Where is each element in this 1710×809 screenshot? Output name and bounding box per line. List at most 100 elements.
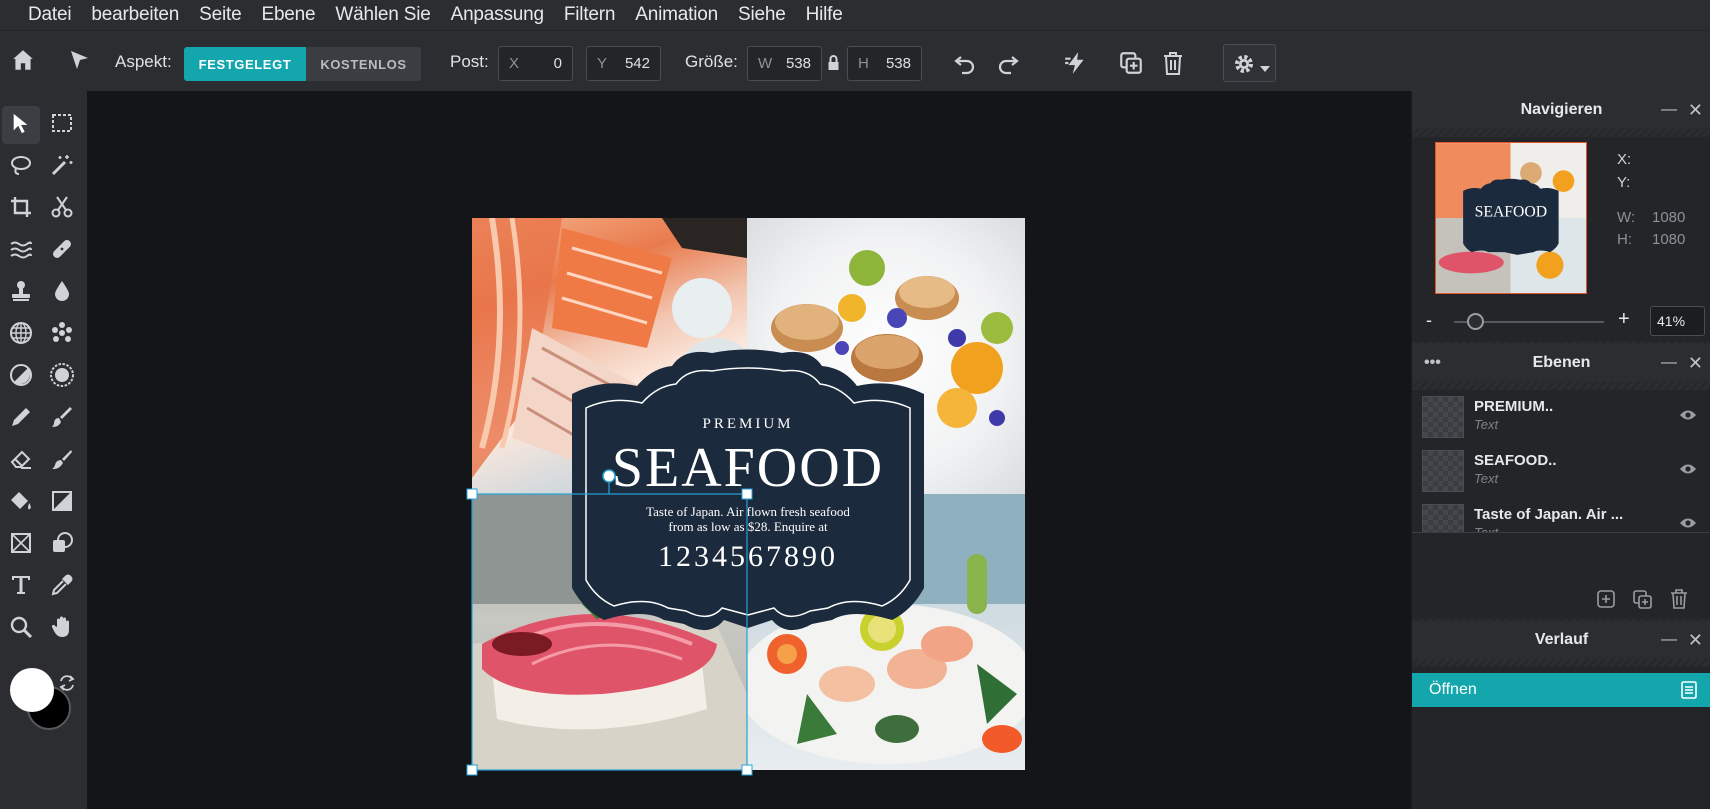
bandage-tool[interactable] [43,232,81,270]
navigator-header: Navigieren — ✕ [1412,91,1710,129]
free-aspect-button[interactable]: KOSTENLOS [306,47,421,81]
frame-icon [9,531,33,560]
minimize-icon[interactable]: — [1661,621,1677,659]
zoom-out-button[interactable]: - [1426,310,1432,331]
undo-icon[interactable] [953,51,977,80]
menu-hilfe[interactable]: Hilfe [796,0,853,30]
eye-icon[interactable] [1679,516,1697,532]
gradient-icon [50,489,74,518]
width-field[interactable]: W 538 [747,46,822,81]
close-icon[interactable]: ✕ [1688,344,1703,382]
height-field[interactable]: H 538 [847,46,922,81]
drop-tool[interactable] [43,274,81,312]
zoom-slider-knob[interactable] [1467,313,1485,330]
gradient-tool[interactable] [43,484,81,522]
panel-divider [1412,382,1710,390]
zoom-slider[interactable] [1454,313,1604,330]
crop-tool[interactable] [2,190,40,228]
menu-siehe[interactable]: Siehe [728,0,796,30]
eraser-tool[interactable] [2,442,40,480]
navigator-thumbnail[interactable]: SEAFOOD [1435,142,1587,294]
zoom-tool[interactable] [2,610,40,648]
marquee-tool[interactable] [43,106,81,144]
eyedropper-tool[interactable] [43,568,81,606]
menu-seite[interactable]: Seite [189,0,251,30]
layers-list[interactable]: PREMIUM.. Text SEAFOOD.. Text Taste of J… [1412,390,1710,532]
menu-animation[interactable]: Animation [625,0,728,30]
h-key: H [858,55,869,72]
close-icon[interactable]: ✕ [1688,91,1703,129]
w-value: 538 [785,55,811,72]
layer-thumbnail [1422,450,1464,492]
menu-bearbeiten[interactable]: bearbeiten [81,0,189,30]
swap-colors-icon[interactable] [58,674,76,697]
menu-filtern[interactable]: Filtern [554,0,625,30]
foreground-color-swatch[interactable] [10,668,54,712]
nav-w-value: 1080 [1652,209,1686,226]
lasso-tool[interactable] [2,148,40,186]
hand-tool[interactable] [43,610,81,648]
frame-tool[interactable] [2,526,40,564]
duplicate-icon[interactable] [1118,50,1144,81]
lock-icon[interactable] [827,55,840,76]
brush-icon [50,405,74,434]
sponge-tool[interactable] [43,358,81,396]
menu-datei[interactable]: Datei [18,0,81,30]
settings-dropdown[interactable] [1223,44,1276,82]
zoom-input[interactable]: 41% [1650,306,1705,336]
text-tool[interactable] [2,568,40,606]
layer-name: Taste of Japan. Air ... [1474,506,1624,523]
scissors-tool[interactable] [43,190,81,228]
layers-header: ••• Ebenen — ✕ [1412,344,1710,382]
bucket-tool[interactable] [2,484,40,522]
seafood-badge[interactable]: PREMIUM SEAFOOD Taste of Japan. Air flow… [472,218,1025,770]
fixed-aspect-button[interactable]: FESTGELEGT [184,47,306,81]
redo-icon[interactable] [996,51,1020,80]
dodge-tool[interactable] [2,358,40,396]
eye-icon[interactable] [1679,462,1697,479]
stamp-tool[interactable] [2,274,40,312]
x-position-field[interactable]: X 0 [498,46,573,81]
home-icon[interactable] [10,47,36,78]
nav-h-value: 1080 [1652,231,1686,248]
history-item[interactable]: Öffnen [1412,673,1710,707]
liquify-tool[interactable] [2,232,40,270]
arrow-icon[interactable] [67,48,91,77]
brush-tool[interactable] [43,400,81,438]
eye-icon[interactable] [1679,408,1697,425]
delete-layer-icon[interactable] [1670,588,1688,615]
flash-icon[interactable] [1063,50,1089,81]
layer-item[interactable]: SEAFOOD.. Text [1412,444,1710,498]
minimize-icon[interactable]: — [1661,91,1677,129]
menu-bar: Datei bearbeiten Seite Ebene Wählen Sie … [0,0,1710,30]
duplicate-layer-icon[interactable] [1632,589,1654,616]
document-canvas[interactable]: PREMIUM SEAFOOD Taste of Japan. Air flow… [472,218,1025,770]
minimize-icon[interactable]: — [1661,344,1677,382]
select-icon [10,112,32,139]
spray-tool[interactable] [43,316,81,354]
sphere-tool[interactable] [2,316,40,354]
layer-item[interactable]: PREMIUM.. Text [1412,390,1710,444]
menu-anpassung[interactable]: Anpassung [441,0,554,30]
y-position-field[interactable]: Y 542 [586,46,661,81]
smudge-tool[interactable] [43,442,81,480]
zoom-in-button[interactable]: + [1618,308,1630,331]
nav-w-label: W: [1617,209,1636,226]
smudge-icon [50,447,74,476]
layer-item[interactable]: Taste of Japan. Air ... Text [1412,498,1710,532]
trash-icon[interactable] [1161,50,1185,81]
magic-wand-tool[interactable] [43,148,81,186]
menu-ebene[interactable]: Ebene [251,0,325,30]
magic-wand-icon [50,153,74,182]
badge-premium: PREMIUM [702,416,793,432]
add-layer-icon[interactable] [1596,589,1616,614]
shape-tool[interactable] [43,526,81,564]
pencil-tool[interactable] [2,400,40,438]
close-icon[interactable]: ✕ [1688,621,1703,659]
navigator-title: Navigieren [1520,101,1603,118]
nav-h-label: H: [1617,231,1632,248]
menu-waehlen-sie[interactable]: Wählen Sie [325,0,440,30]
more-options-icon[interactable]: ••• [1424,344,1441,382]
history-title: Verlauf [1534,631,1589,648]
select-tool[interactable] [2,106,40,144]
